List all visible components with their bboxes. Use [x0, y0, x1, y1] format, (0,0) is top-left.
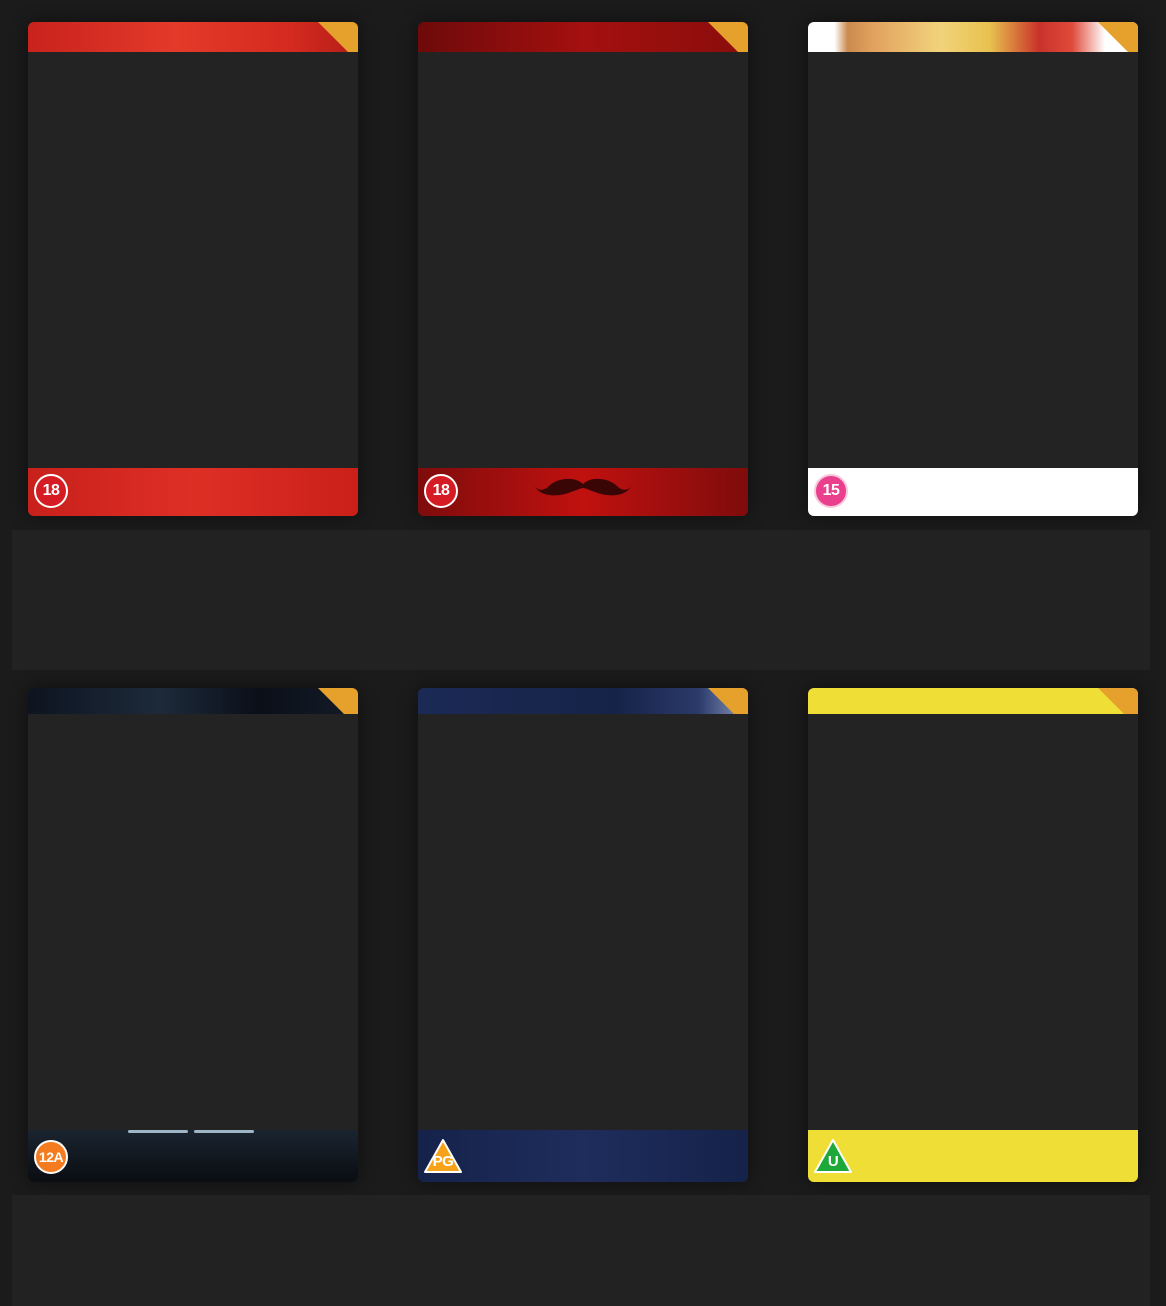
poster-bottom [808, 1130, 1138, 1182]
window-light-icon [128, 1130, 258, 1134]
corner-ribbon-icon [708, 688, 748, 714]
poster-top [418, 22, 748, 52]
poster-top [418, 688, 748, 714]
film-card[interactable]: 18 [28, 22, 358, 516]
poster-placeholder [28, 714, 358, 1130]
poster-placeholder [418, 714, 748, 1130]
mustache-icon [535, 478, 631, 496]
age-rating-badge: 18 [34, 474, 68, 508]
section-band [12, 530, 1150, 670]
corner-ribbon-icon [318, 22, 358, 52]
age-rating-badge: PG [423, 1138, 463, 1174]
age-rating-label: 18 [42, 482, 60, 499]
poster-placeholder [418, 52, 748, 468]
poster-bottom [418, 1130, 748, 1182]
age-rating-label: U [827, 1152, 839, 1170]
age-rating-badge: 15 [814, 474, 848, 508]
age-rating-badge: 12A [34, 1140, 68, 1174]
poster-top [28, 688, 358, 714]
age-rating-label: PG [432, 1152, 454, 1170]
poster-bottom [28, 468, 358, 516]
age-rating-label: 18 [432, 482, 450, 499]
film-card[interactable]: 12A [28, 688, 358, 1182]
age-rating-badge: U [813, 1138, 853, 1174]
poster-top [808, 688, 1138, 714]
poster-top [808, 22, 1138, 52]
age-rating-label: 12A [38, 1149, 64, 1165]
age-rating-label: 15 [822, 482, 840, 499]
poster-bottom [418, 468, 748, 516]
film-card[interactable]: U [808, 688, 1138, 1182]
film-grid: 18 18 15 12A PG U [0, 0, 1166, 1306]
age-rating-badge: 18 [424, 474, 458, 508]
film-card[interactable]: 18 [418, 22, 748, 516]
film-card[interactable]: 15 [808, 22, 1138, 516]
poster-bottom [808, 468, 1138, 516]
corner-ribbon-icon [1098, 688, 1138, 714]
poster-bottom [28, 1130, 358, 1182]
corner-ribbon-icon [708, 22, 748, 52]
poster-top [28, 22, 358, 52]
section-band [12, 1195, 1150, 1306]
corner-ribbon-icon [318, 688, 358, 714]
corner-ribbon-icon [1098, 22, 1138, 52]
poster-placeholder [808, 714, 1138, 1130]
film-card[interactable]: PG [418, 688, 748, 1182]
poster-placeholder [28, 52, 358, 468]
poster-placeholder [808, 52, 1138, 468]
